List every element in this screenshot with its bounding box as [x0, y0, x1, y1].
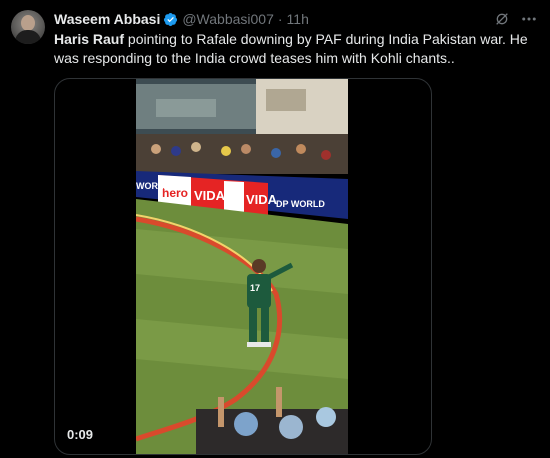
post-time[interactable]: 11h: [287, 11, 309, 27]
board-word-vida: VIDA: [194, 188, 226, 203]
board-word-dpworld: DP WORLD: [276, 199, 325, 209]
grok-icon[interactable]: [494, 11, 510, 32]
tweet-text-bold: Haris Rauf: [54, 31, 125, 47]
tweet-text-body: pointing to Rafale downing by PAF during…: [54, 31, 528, 66]
avatar-body: [15, 30, 41, 44]
avatar[interactable]: [11, 10, 45, 44]
author-name[interactable]: Waseem Abbasi: [54, 11, 160, 27]
board-word-vida2: VIDA: [246, 192, 278, 207]
separator-dot: ·: [277, 11, 283, 27]
video-player[interactable]: hero VIDA VIDA DP WORLD WORLD 17 0:09: [54, 78, 432, 455]
video-duration: 0:09: [67, 427, 94, 442]
board-word-world: WORLD: [136, 181, 170, 191]
tweet-text: Haris Rauf pointing to Rafale downing by…: [54, 30, 534, 68]
tweet-header: Waseem Abbasi @Wabbasi007 · 11h: [54, 10, 309, 28]
jersey-number: 17: [250, 283, 260, 293]
video-frame[interactable]: hero VIDA VIDA DP WORLD WORLD 17: [136, 79, 348, 454]
tweet-card[interactable]: Waseem Abbasi @Wabbasi007 · 11h Haris Ra…: [0, 0, 550, 458]
avatar-head: [21, 15, 35, 31]
verified-badge-icon: [163, 12, 178, 27]
author-handle[interactable]: @Wabbasi007: [182, 11, 274, 27]
crowd: [136, 134, 348, 174]
